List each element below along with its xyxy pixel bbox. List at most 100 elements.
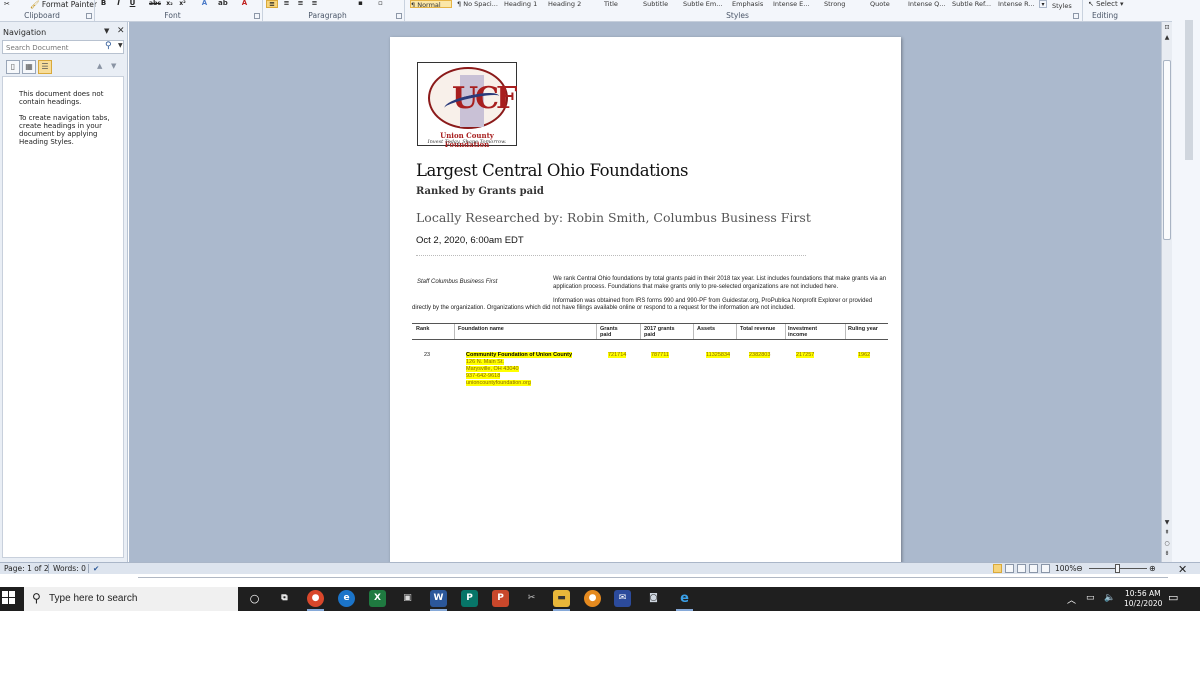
nav-options-icon[interactable]: ▼	[104, 27, 109, 35]
word-icon[interactable]: W	[430, 590, 447, 607]
clock-date[interactable]: 10/2/2020	[1124, 599, 1162, 608]
column-divider	[693, 324, 694, 339]
change-styles-button[interactable]: Styles	[1052, 2, 1080, 10]
style-emphasis[interactable]: Emphasis	[732, 0, 768, 8]
media-app-icon[interactable]: ●	[584, 590, 601, 607]
italic-button[interactable]: I	[114, 0, 123, 8]
cut-icon[interactable]: ✂	[4, 0, 10, 10]
task-view-icon[interactable]: ⧉	[276, 590, 293, 607]
bold-button[interactable]: B	[99, 0, 108, 8]
scrollbar-thumb[interactable]	[1163, 60, 1171, 240]
edge-icon[interactable]: e	[338, 590, 355, 607]
page-count[interactable]: Page: 1 of 2	[4, 564, 49, 573]
search-icon[interactable]: ⚲	[105, 41, 112, 51]
font-color-icon[interactable]: A	[240, 0, 249, 8]
style-title[interactable]: Title	[604, 0, 634, 8]
format-painter-button[interactable]: 🖌 Format Painter	[30, 0, 97, 10]
strikethrough-button[interactable]: abc	[148, 0, 162, 8]
notifications-icon[interactable]: ▭	[1168, 591, 1178, 604]
align-right-icon[interactable]: ≡	[296, 0, 305, 8]
subscript-button[interactable]: x₂	[165, 0, 174, 8]
document-page[interactable]: UCF Union County Foundation Invest Today…	[390, 37, 901, 562]
align-left-icon[interactable]: ≡	[266, 0, 278, 8]
style-normal[interactable]: ¶ Normal	[410, 0, 452, 8]
align-center-icon[interactable]: ≡	[282, 0, 291, 8]
show-hidden-icons-icon[interactable]: ︿	[1067, 593, 1076, 606]
start-pane	[9, 591, 15, 597]
style-intense-emphasis[interactable]: Intense E...	[773, 0, 815, 8]
windows-start-icon[interactable]	[2, 591, 16, 605]
zoom-in-icon[interactable]: ⊕	[1149, 564, 1156, 573]
network-icon[interactable]: ▭	[1086, 593, 1095, 603]
internet-explorer-icon[interactable]: e	[676, 590, 693, 607]
shading-icon[interactable]: ▪	[356, 0, 365, 8]
chrome-icon[interactable]: ●	[307, 590, 324, 607]
previous-page-icon[interactable]: ⇞	[1163, 529, 1171, 537]
style-intense-reference[interactable]: Intense R...	[998, 0, 1038, 8]
zoom-level[interactable]: 100%	[1055, 564, 1076, 573]
borders-icon[interactable]: ▫	[376, 0, 385, 8]
style-no-spacing[interactable]: ¶ No Spaci...	[457, 0, 499, 8]
camera-icon[interactable]: ◙	[645, 590, 662, 607]
document-area[interactable]: UCF Union County Foundation Invest Today…	[129, 22, 1161, 562]
browse-object-icon[interactable]: ○	[1163, 540, 1171, 548]
select-button[interactable]: ↖ Select ▾	[1088, 0, 1128, 8]
style-subtitle[interactable]: Subtitle	[643, 0, 681, 8]
superscript-button[interactable]: x²	[178, 0, 187, 8]
status-bar: Page: 1 of 2 Words: 0 ✔ 100% ⊖ ⊕	[0, 562, 1200, 574]
style-heading-2[interactable]: Heading 2	[548, 0, 590, 8]
tab-headings-icon[interactable]: ▯	[6, 60, 20, 74]
style-heading-1[interactable]: Heading 1	[504, 0, 546, 8]
styles-launcher-icon[interactable]	[1073, 13, 1079, 19]
next-result-icon[interactable]: ▼	[111, 62, 116, 70]
next-page-icon[interactable]: ⇟	[1163, 550, 1171, 558]
paragraph-launcher-icon[interactable]	[396, 13, 402, 19]
tab-results-icon[interactable]: ☰	[38, 60, 52, 74]
cortana-icon[interactable]: ○	[246, 590, 263, 607]
foundation-website[interactable]: unioncountyfoundation.org	[466, 380, 531, 386]
outer-scrollbar-thumb[interactable]	[1185, 20, 1193, 160]
style-subtle-reference[interactable]: Subtle Ref...	[952, 0, 994, 8]
chevron-down-icon[interactable]: ▼	[118, 42, 123, 49]
snipping-icon[interactable]: ✂	[523, 590, 540, 607]
vertical-scrollbar[interactable]: ⊡ ▲ ▼ ⇞ ○ ⇟	[1161, 22, 1172, 562]
publisher-icon[interactable]: P	[461, 590, 478, 607]
justify-icon[interactable]: ≡	[310, 0, 319, 8]
nav-search-box[interactable]: ⚲ ▼	[2, 40, 124, 54]
store-icon[interactable]: ▣	[399, 590, 416, 607]
text-effects-icon[interactable]: A	[200, 0, 209, 8]
highlight-color-icon[interactable]: ab	[218, 0, 228, 8]
previous-result-icon[interactable]: ▲	[97, 62, 102, 70]
style-strong[interactable]: Strong	[824, 0, 854, 8]
underline-button[interactable]: U	[128, 0, 137, 8]
web-layout-view-icon[interactable]	[1017, 564, 1026, 573]
style-subtle-emphasis[interactable]: Subtle Em...	[683, 0, 725, 8]
outline-view-icon[interactable]	[1029, 564, 1038, 573]
zoom-out-icon[interactable]: ⊖	[1076, 564, 1083, 573]
style-quote[interactable]: Quote	[870, 0, 900, 8]
scroll-up-icon[interactable]: ▲	[1163, 34, 1171, 42]
tab-pages-icon[interactable]: ▦	[22, 60, 36, 74]
full-screen-view-icon[interactable]	[1005, 564, 1014, 573]
taskbar-search[interactable]: ⚲ Type here to search	[24, 587, 238, 611]
ruler-toggle-icon[interactable]: ⊡	[1163, 24, 1171, 32]
file-explorer-icon[interactable]: ▬	[553, 590, 570, 607]
zoom-slider-handle[interactable]	[1115, 564, 1120, 573]
search-input[interactable]	[6, 43, 101, 52]
powerpoint-icon[interactable]: P	[492, 590, 509, 607]
clipboard-launcher-icon[interactable]	[86, 13, 92, 19]
brush-icon: 🖌	[30, 0, 40, 9]
mail-icon[interactable]: ✉	[614, 590, 631, 607]
styles-more-icon[interactable]: ▾	[1039, 0, 1047, 8]
draft-view-icon[interactable]	[1041, 564, 1050, 573]
volume-icon[interactable]: 🔈	[1104, 593, 1115, 603]
print-layout-view-icon[interactable]	[993, 564, 1002, 573]
proofing-icon[interactable]: ✔	[93, 564, 99, 573]
word-count[interactable]: Words: 0	[53, 564, 86, 573]
scroll-down-icon[interactable]: ▼	[1163, 519, 1171, 527]
font-launcher-icon[interactable]	[254, 13, 260, 19]
close-icon[interactable]: ✕	[117, 26, 125, 36]
clock-time[interactable]: 10:56 AM	[1125, 589, 1161, 598]
excel-icon[interactable]: X	[369, 590, 386, 607]
style-intense-quote[interactable]: Intense Q...	[908, 0, 950, 8]
